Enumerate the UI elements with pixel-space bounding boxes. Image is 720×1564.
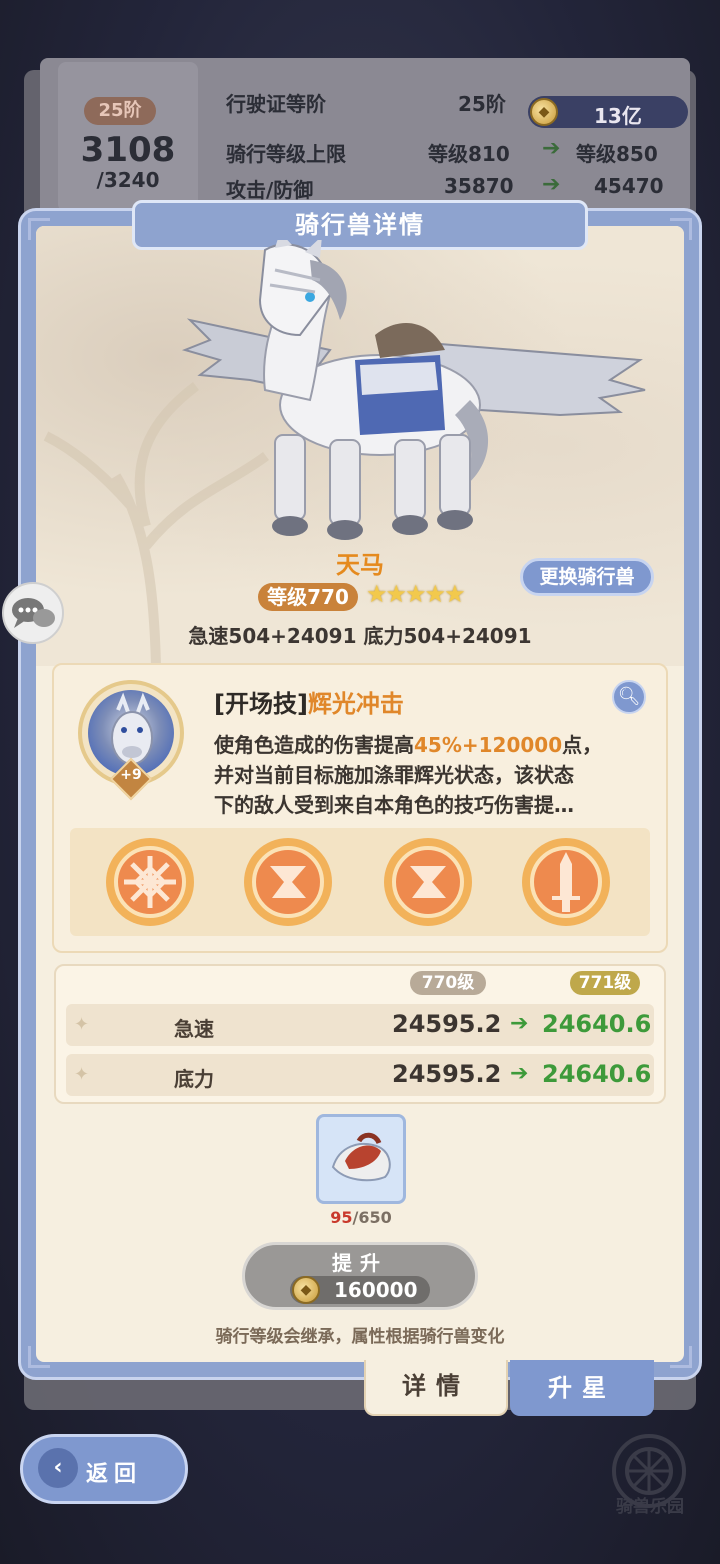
skill-name: 辉光冲击 xyxy=(307,690,404,718)
arrow-right-icon: ➔ xyxy=(542,172,561,197)
rune-beast-icon[interactable] xyxy=(382,836,474,928)
pegasus-mount-art xyxy=(181,240,646,540)
skill-desc-line: 并对当前目标施加涤罪辉光状态，该状态 xyxy=(214,763,574,787)
row-to-atk-def: 45470 xyxy=(594,174,664,198)
sparkle-icon: ✦ xyxy=(74,1064,90,1085)
rune-sword-icon[interactable] xyxy=(520,836,612,928)
level-to-badge: 771级 xyxy=(570,971,640,995)
row-from-atk-def: 35870 xyxy=(444,174,514,198)
mount-level-badge: 等级770 xyxy=(258,583,358,611)
skill-description: 使角色造成的伤害提高45%+120000点， 并对当前目标施加涤罪辉光状态，该状… xyxy=(214,730,634,820)
row-label-atk-def: 攻击/防御 xyxy=(226,178,314,202)
skill-desc-line: 下的敌人受到来自本角色的技巧伤害提… xyxy=(214,793,574,817)
corner-ornament xyxy=(28,1346,50,1368)
stat-old: 24595.2 xyxy=(392,1010,502,1038)
upgrade-button-label: 提升 xyxy=(332,1251,388,1275)
chat-bubble-icon xyxy=(12,598,55,628)
stat-old: 24595.2 xyxy=(392,1060,502,1088)
mount-park-label: 骑兽乐园 xyxy=(616,1497,684,1517)
row-label-license: 行驶证等阶 xyxy=(226,92,326,116)
stat-new: 24640.6 xyxy=(542,1010,652,1038)
upgrade-row-speed: ✦ 急速 24595.2 ➔ 24640.6 xyxy=(66,1004,654,1046)
sparkle-icon: ✦ xyxy=(74,1014,90,1035)
saddle-icon xyxy=(331,1132,391,1182)
tab-star-up[interactable]: 升星 xyxy=(510,1360,654,1416)
tab-detail[interactable]: 详情 xyxy=(364,1360,508,1416)
power-value: 3108 xyxy=(80,130,176,170)
stat-label: 急速 xyxy=(174,1017,214,1041)
upgrade-row-stamina: ✦ 底力 24595.2 ➔ 24640.6 xyxy=(66,1054,654,1096)
mount-stats-line: 急速504+24091 底力504+24091 xyxy=(188,624,532,648)
currency-display[interactable]: ◆ 13亿 xyxy=(528,96,688,128)
corner-ornament xyxy=(670,218,692,240)
stat-label: 底力 xyxy=(174,1067,214,1091)
material-need: /650 xyxy=(352,1208,392,1227)
skill-desc-text: 点， xyxy=(562,733,603,757)
material-have: 95 xyxy=(330,1208,353,1227)
back-arrow-icon: ‹ xyxy=(38,1448,78,1488)
corner-ornament xyxy=(28,218,50,240)
back-button-label: 返回 xyxy=(86,1462,143,1487)
upgrade-cost: ◆ 160000 xyxy=(290,1276,430,1304)
material-count: 95/650 xyxy=(316,1208,406,1227)
chat-button[interactable] xyxy=(2,582,64,644)
corner-ornament xyxy=(670,1346,692,1368)
skill-level-badge: +9 xyxy=(120,767,142,783)
tier-badge: 25阶 xyxy=(84,97,156,125)
material-saddle-item[interactable] xyxy=(316,1114,406,1204)
arrow-right-icon: ➔ xyxy=(542,136,561,161)
upgrade-cost-value: 160000 xyxy=(334,1278,418,1302)
arrow-right-icon: ➔ xyxy=(510,1011,529,1036)
level-from-badge: 770级 xyxy=(410,971,486,995)
coin-icon: ◆ xyxy=(292,1276,320,1304)
coin-icon: ◆ xyxy=(530,98,558,126)
stat-new: 24640.6 xyxy=(542,1060,652,1088)
zoom-icon[interactable]: 🔍︎ xyxy=(612,680,646,714)
rune-snowflake-icon[interactable] xyxy=(104,836,196,928)
row-label-level-cap: 骑行等级上限 xyxy=(226,142,346,166)
row-to-level-cap: 等级850 xyxy=(576,142,658,166)
skill-desc-value: 45%+120000 xyxy=(414,733,563,757)
row-from-license: 25阶 xyxy=(458,92,506,116)
skill-type-label: [开场技] xyxy=(214,690,308,718)
row-from-level-cap: 等级810 xyxy=(428,142,510,166)
power-max: /3240 xyxy=(96,168,160,192)
rune-beast-icon[interactable] xyxy=(242,836,334,928)
skill-title: [开场技]辉光冲击 xyxy=(214,684,404,719)
change-mount-button[interactable]: 更换骑行兽 xyxy=(520,558,654,596)
star-rating: ★★★★★ xyxy=(366,580,466,608)
arrow-right-icon: ➔ xyxy=(510,1061,529,1086)
currency-amount: 13亿 xyxy=(594,104,642,128)
upgrade-note: 骑行等级会继承，属性根据骑行兽变化 xyxy=(215,1327,505,1347)
skill-desc-text: 使角色造成的伤害提高 xyxy=(214,733,414,757)
